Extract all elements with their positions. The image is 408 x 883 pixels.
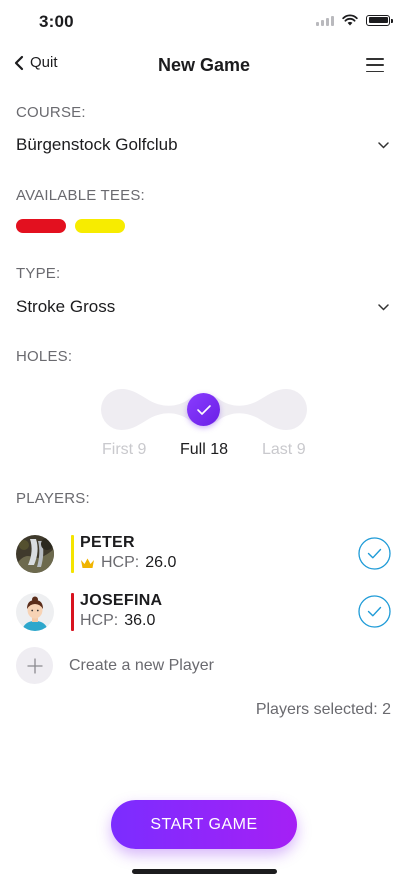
create-player-label: Create a new Player bbox=[69, 656, 214, 674]
status-time: 3:00 bbox=[39, 12, 74, 31]
players-label: PLAYERS: bbox=[16, 490, 90, 507]
menu-icon[interactable] bbox=[366, 58, 384, 72]
player-name: PETER bbox=[80, 534, 135, 551]
holes-label: HOLES: bbox=[16, 348, 73, 365]
players-selected-count: Players selected: 2 bbox=[255, 701, 391, 718]
start-game-button[interactable]: START GAME bbox=[111, 800, 297, 849]
player-row[interactable]: JOSEFINA HCP: 36.0 bbox=[16, 591, 392, 635]
player-avatar bbox=[16, 593, 54, 631]
crown-icon bbox=[81, 558, 94, 568]
course-select[interactable]: Bürgenstock Golfclub bbox=[16, 135, 392, 155]
tee-yellow[interactable] bbox=[75, 219, 125, 233]
type-select[interactable]: Stroke Gross bbox=[16, 297, 392, 317]
player-selected-check-icon[interactable] bbox=[358, 595, 391, 628]
player-row[interactable]: PETER HCP: 26.0 bbox=[16, 533, 392, 577]
battery-icon bbox=[366, 14, 393, 26]
page-title: New Game bbox=[157, 55, 251, 75]
type-label: TYPE: bbox=[16, 265, 61, 282]
holes-option-full-18[interactable]: Full 18 bbox=[180, 441, 228, 459]
hcp-label: HCP: bbox=[101, 554, 140, 571]
player-color-bar bbox=[71, 535, 74, 573]
holes-option-first-9[interactable]: First 9 bbox=[102, 441, 146, 459]
hcp-label: HCP: bbox=[80, 612, 119, 629]
hcp-value: 26.0 bbox=[145, 554, 177, 571]
player-selected-check-icon[interactable] bbox=[358, 537, 391, 570]
hcp-value: 36.0 bbox=[124, 612, 156, 629]
type-value: Stroke Gross bbox=[16, 297, 116, 316]
holes-option-last-9[interactable]: Last 9 bbox=[262, 441, 306, 459]
holes-slider-knob[interactable] bbox=[187, 393, 220, 426]
course-value: Bürgenstock Golfclub bbox=[16, 135, 178, 154]
tee-red[interactable] bbox=[16, 219, 66, 233]
status-icons bbox=[316, 14, 393, 26]
player-color-bar bbox=[71, 593, 74, 631]
plus-icon bbox=[16, 647, 53, 684]
tees-label: AVAILABLE TEES: bbox=[16, 187, 145, 204]
player-hcp: HCP: 36.0 bbox=[80, 612, 155, 630]
course-label: COURSE: bbox=[16, 104, 86, 121]
chevron-down-icon bbox=[378, 141, 389, 149]
player-hcp: HCP: 26.0 bbox=[80, 554, 176, 572]
create-player-button[interactable]: Create a new Player bbox=[16, 647, 214, 684]
check-icon bbox=[196, 404, 211, 415]
wifi-icon bbox=[342, 14, 358, 26]
player-name: JOSEFINA bbox=[80, 592, 163, 609]
chevron-down-icon bbox=[378, 303, 389, 311]
cellular-signal-icon bbox=[316, 14, 334, 26]
home-indicator bbox=[132, 869, 277, 874]
player-avatar bbox=[16, 535, 54, 573]
